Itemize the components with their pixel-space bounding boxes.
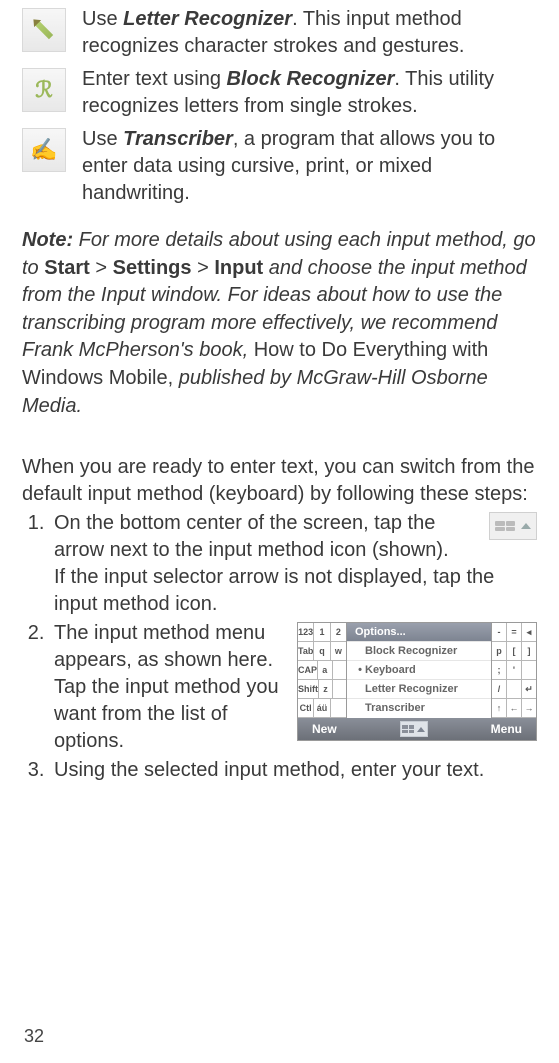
method-row-transcriber: ✍ Use Transcriber, a program that allows…	[22, 126, 537, 207]
page-number: 32	[22, 1026, 537, 1053]
softkey-menu: Menu	[491, 721, 522, 737]
step-1: On the bottom center of the screen, tap …	[50, 510, 537, 618]
menu-options-header: Options...	[347, 623, 491, 641]
onscreen-keyboard-left: 12312 Tabqw CAPa Shiftz Ctláü	[298, 623, 346, 718]
key: 123	[298, 623, 314, 641]
key: CAP	[298, 661, 318, 679]
key: ←	[507, 699, 522, 717]
key	[331, 699, 346, 717]
key: Shift	[298, 680, 319, 698]
menu-item-label: Block Recognizer	[365, 644, 457, 659]
selector-arrow-icon	[521, 523, 531, 529]
method-text: Use Letter Recognizer. This input method…	[82, 6, 537, 60]
key: 2	[331, 623, 346, 641]
key: -	[492, 623, 507, 641]
key: →	[522, 699, 536, 717]
step-3-text: Using the selected input method, enter y…	[54, 759, 484, 781]
key: Tab	[298, 642, 314, 660]
key: ◂	[522, 623, 536, 641]
key: q	[314, 642, 330, 660]
letter-recognizer-icon	[22, 8, 66, 52]
method-row-letter: Use Letter Recognizer. This input method…	[22, 6, 537, 60]
menu-item-letter-recognizer: Letter Recognizer	[347, 679, 491, 698]
path-settings: Settings	[113, 257, 192, 279]
bullet: •	[355, 663, 365, 678]
pre-text: Use	[82, 128, 123, 150]
transcriber-icon: ✍	[22, 128, 66, 172]
input-method-list: Use Letter Recognizer. This input method…	[22, 6, 537, 213]
menu-item-keyboard: •Keyboard	[347, 660, 491, 679]
step-2: The input method menu appears, as shown …	[50, 620, 537, 755]
gt: >	[192, 257, 215, 279]
path-start: Start	[44, 257, 90, 279]
key: áü	[314, 699, 330, 717]
key	[507, 680, 522, 698]
intro-paragraph: When you are ready to enter text, you ca…	[22, 454, 537, 508]
key: 1	[314, 623, 330, 641]
method-text: Use Transcriber, a program that allows y…	[82, 126, 537, 207]
step-2-text: The input method menu appears, as shown …	[54, 620, 297, 755]
step-1a-text: On the bottom center of the screen, tap …	[54, 512, 449, 561]
input-menu-screenshot: 12312 Tabqw CAPa Shiftz Ctláü Options...…	[297, 622, 537, 741]
onscreen-keyboard-right: -=◂ p[] ;' / ↵ ↑←→	[492, 623, 536, 718]
key: a	[318, 661, 333, 679]
key: /	[492, 680, 507, 698]
input-selector-icon	[400, 721, 428, 737]
steps-list: On the bottom center of the screen, tap …	[22, 510, 537, 786]
key: ;	[492, 661, 507, 679]
input-method-menu: Options... Block Recognizer •Keyboard Le…	[346, 623, 492, 718]
key: ↵	[522, 680, 536, 698]
method-row-block: ℛ Enter text using Block Recognizer. Thi…	[22, 66, 537, 120]
key: w	[331, 642, 346, 660]
input-method-icon	[489, 512, 537, 540]
key: [	[507, 642, 522, 660]
step-1b-text: If the input selector arrow is not displ…	[54, 564, 537, 618]
menu-item-label: Transcriber	[365, 701, 425, 716]
up-arrow-icon	[417, 727, 425, 732]
key	[333, 680, 346, 698]
path-input: Input	[214, 257, 263, 279]
softkey-bar: New Menu	[298, 718, 536, 740]
key: p	[492, 642, 507, 660]
key: Ctl	[298, 699, 314, 717]
menu-item-label: Letter Recognizer	[365, 682, 458, 697]
pre-text: Use	[82, 8, 123, 30]
step-3: Using the selected input method, enter y…	[50, 757, 537, 784]
key: =	[507, 623, 522, 641]
menu-item-block-recognizer: Block Recognizer	[347, 641, 491, 660]
key: ]	[522, 642, 536, 660]
method-name: Block Recognizer	[227, 68, 395, 90]
key: ↑	[492, 699, 507, 717]
note-label: Note:	[22, 229, 73, 251]
method-text: Enter text using Block Recognizer. This …	[82, 66, 537, 120]
gt: >	[90, 257, 113, 279]
note-paragraph: Note: For more details about using each …	[22, 227, 537, 420]
key	[522, 661, 536, 679]
key	[333, 661, 347, 679]
pre-text: Enter text using	[82, 68, 227, 90]
menu-item-label: Keyboard	[365, 663, 416, 678]
method-name: Letter Recognizer	[123, 8, 292, 30]
softkey-new: New	[312, 721, 337, 737]
method-name: Transcriber	[123, 128, 233, 150]
key: '	[507, 661, 522, 679]
block-recognizer-icon: ℛ	[22, 68, 66, 112]
menu-item-transcriber: Transcriber	[347, 698, 491, 717]
key: z	[319, 680, 333, 698]
